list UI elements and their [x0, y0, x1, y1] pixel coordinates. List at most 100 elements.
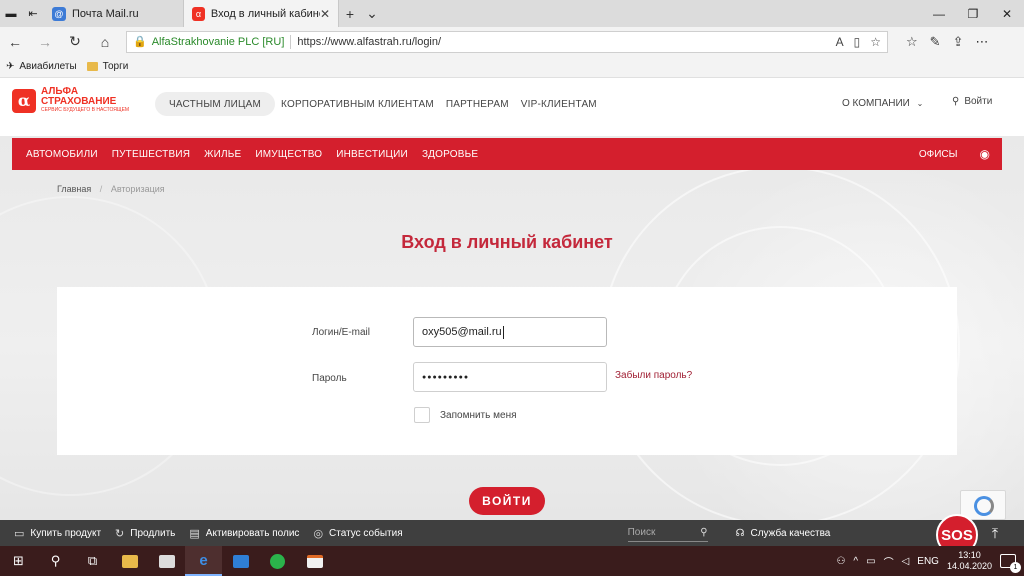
breadcrumb-current: Авторизация [110, 184, 165, 194]
logo-slogan: СЕРВИС БУДУЩЕГО В НАСТОЯЩЕМ [41, 107, 130, 113]
alfa-logo[interactable]: α АЛЬФА СТРАХОВАНИЕ СЕРВИС БУДУЩЕГО В НА… [12, 87, 129, 114]
password-label: Пароль [312, 373, 347, 384]
category-housing[interactable]: ЖИЛЬЕ [204, 149, 241, 160]
topnav-corporate[interactable]: КОРПОРАТИВНЫМ КЛИЕНТАМ [275, 92, 440, 116]
lock-icon: 🔒 [133, 36, 147, 48]
reading-view-icon[interactable]: ▯ [854, 35, 861, 49]
remember-me-label: Запомнить меня [440, 410, 517, 421]
file-explorer-icon[interactable] [111, 546, 148, 576]
offices-link[interactable]: ОФИСЫ [919, 149, 958, 160]
category-health[interactable]: ЗДОРОВЬЕ [422, 149, 478, 160]
restore-icon[interactable]: ❐ [956, 0, 990, 27]
favorite-label: Торги [102, 61, 129, 72]
login-value: oxy505@mail.ru [422, 326, 502, 338]
search-icon[interactable]: ⚲ [700, 527, 707, 538]
whatsapp-icon[interactable] [259, 546, 296, 576]
forgot-password-link[interactable]: Забыли пароль? [615, 370, 692, 381]
header-login-link[interactable]: ⚲ Войти [952, 96, 992, 107]
topnav-private[interactable]: ЧАСТНЫМ ЛИЦАМ [155, 92, 276, 116]
cart-icon: ▭ [14, 527, 25, 540]
quality-service-button[interactable]: ☊ Служба качества [736, 528, 831, 539]
breadcrumb-home[interactable]: Главная [57, 184, 91, 194]
document-icon: ▤ [189, 527, 200, 540]
language-indicator[interactable]: ENG [917, 556, 939, 567]
minimize-icon[interactable]: — [922, 0, 956, 27]
read-aloud-icon[interactable]: A [836, 35, 844, 49]
extend-button[interactable]: ↻ Продлить [115, 527, 175, 540]
certificate-label: AlfaStrakhovanie PLC [RU] [151, 35, 285, 48]
tab-title: Вход в личный кабинет [210, 7, 320, 20]
battery-icon[interactable]: ▭ [866, 556, 875, 567]
buy-product-label: Купить продукт [30, 527, 102, 539]
topnav-partners[interactable]: ПАРТНЕРАМ [440, 92, 515, 116]
password-field[interactable]: ●●●●●●●●● [413, 362, 607, 392]
home-icon[interactable]: ⌂ [90, 34, 120, 50]
windows-taskbar: ⊞ ⚲ ⧉ e ⚇ ^ ▭ ⌒ ◁ ENG 13:10 14.04.2020 1 [0, 546, 1024, 576]
password-value: ●●●●●●●●● [422, 373, 470, 381]
tab-list-chevron-icon[interactable]: ⌄ [361, 0, 383, 27]
page-title: Вход в личный кабинет [401, 232, 613, 252]
close-tab-icon[interactable]: ✕ [320, 7, 330, 21]
check-circle-icon: ◎ [313, 527, 324, 540]
url-field[interactable]: 🔒 AlfaStrakhovanie PLC [RU] https://www.… [126, 30, 888, 53]
category-auto[interactable]: АВТОМОБИЛИ [26, 149, 98, 160]
about-company-menu[interactable]: О КОМПАНИИ ⌄ [842, 98, 923, 109]
mail-icon[interactable] [222, 546, 259, 576]
category-investments[interactable]: ИНВЕСТИЦИИ [336, 149, 408, 160]
tab-aside-icon[interactable]: ⇤ [22, 0, 44, 27]
task-view-icon[interactable]: ⧉ [74, 546, 111, 576]
url-divider [290, 34, 292, 49]
search-icon[interactable]: ⚲ [37, 546, 74, 576]
activate-policy-label: Активировать полис [205, 527, 300, 539]
new-tab-icon[interactable]: + [339, 0, 361, 27]
store-icon[interactable] [148, 546, 185, 576]
windows-start-icon[interactable]: ⊞ [0, 546, 37, 576]
favorites-hub-icon[interactable]: ☆ [906, 34, 918, 50]
top-navigation: ЧАСТНЫМ ЛИЦАМ КОРПОРАТИВНЫМ КЛИЕНТАМ ПАР… [155, 92, 603, 116]
address-bar: ← → ↻ ⌂ 🔒 AlfaStrakhovanie PLC [RU] http… [0, 27, 1024, 56]
scroll-top-icon[interactable]: ⤒ [984, 522, 1006, 544]
close-window-icon[interactable]: ✕ [990, 0, 1024, 27]
mail-favicon-icon: @ [52, 6, 66, 21]
back-icon[interactable]: ← [0, 34, 30, 50]
clock-time: 13:10 [958, 550, 981, 560]
forward-icon[interactable]: → [30, 34, 60, 50]
bottom-search-input[interactable]: Поиск ⚲ [627, 524, 708, 542]
login-field[interactable]: oxy505@mail.ru [413, 317, 607, 347]
pen-notes-icon[interactable]: ✎ [930, 34, 941, 50]
tray-chevron-icon[interactable]: ^ [853, 556, 858, 567]
buy-product-button[interactable]: ▭ Купить продукт [14, 527, 101, 540]
favorites-bar: ✈ Авиабилеты Торги [0, 56, 1024, 78]
people-icon[interactable]: ⚇ [836, 556, 845, 567]
activate-policy-button[interactable]: ▤ Активировать полис [189, 527, 299, 540]
chevron-down-icon: ⌄ [916, 99, 924, 108]
favorite-tenders[interactable]: Торги [86, 61, 129, 72]
category-travel[interactable]: ПУТЕШЕСТВИЯ [112, 149, 190, 160]
document-app-icon[interactable] [296, 546, 333, 576]
login-submit-button[interactable]: ВОЙТИ [469, 487, 545, 515]
topnav-vip[interactable]: VIP-КЛИЕНТАМ [515, 92, 603, 116]
extend-label: Продлить [130, 527, 176, 539]
share-icon[interactable]: ⇪ [953, 34, 964, 50]
tab-mail[interactable]: @ Почта Mail.ru [44, 0, 184, 27]
event-status-button[interactable]: ◎ Статус события [313, 527, 402, 540]
search-placeholder: Поиск [627, 527, 656, 538]
tab-login[interactable]: α Вход в личный кабинет ✕ [184, 0, 339, 27]
site-bottom-bar: ▭ Купить продукт ↻ Продлить ▤ Активирова… [0, 520, 1024, 546]
more-menu-icon[interactable]: ⋯ [975, 34, 988, 50]
plane-icon: ✈ [6, 61, 15, 72]
favorite-star-icon[interactable]: ☆ [870, 35, 881, 49]
tab-actions-icon[interactable]: ▬ [0, 0, 22, 27]
favorite-flights[interactable]: ✈ Авиабилеты [6, 61, 77, 72]
remember-me-checkbox[interactable] [414, 407, 430, 423]
eye-icon[interactable]: ◉ [980, 147, 990, 161]
event-status-label: Статус события [329, 527, 403, 539]
notification-center-icon[interactable]: 1 [1000, 554, 1021, 573]
network-icon[interactable]: ⌒ [884, 554, 894, 569]
category-property[interactable]: ИМУЩЕСТВО [255, 149, 322, 160]
volume-icon[interactable]: ◁ [902, 556, 910, 567]
header-login-label: Войти [964, 96, 993, 107]
refresh-icon[interactable]: ↻ [60, 33, 90, 50]
edge-browser-icon[interactable]: e [185, 546, 222, 576]
clock[interactable]: 13:10 14.04.2020 [947, 550, 992, 572]
